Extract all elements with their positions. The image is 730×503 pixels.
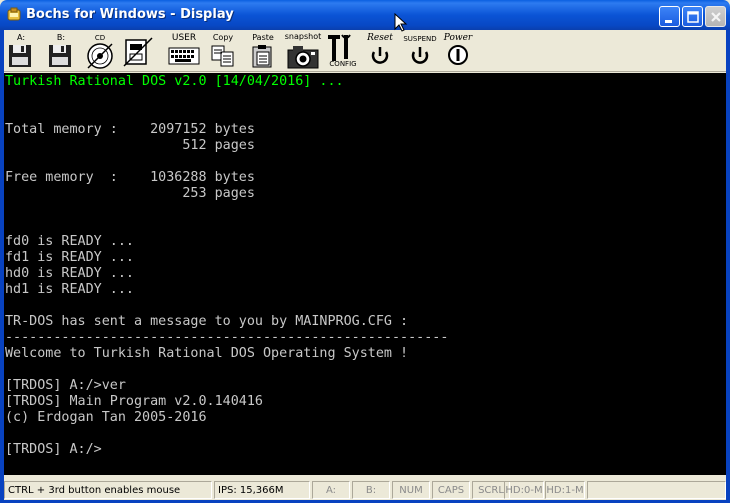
console-line: Total memory : 2097152 bytes — [5, 122, 255, 137]
camera-icon — [287, 46, 319, 69]
config-button[interactable]: CONFIG — [324, 32, 358, 70]
emulator-display[interactable]: Turkish Rational DOS v2.0 [14/04/2016] .… — [4, 73, 726, 475]
suspend-icon — [411, 47, 429, 64]
power-icon — [448, 45, 468, 65]
status-ips: IPS: 15,366M — [214, 481, 310, 499]
reset-button[interactable]: Reset — [364, 32, 396, 70]
console-header-line: Turkish Rational DOS v2.0 [14/04/2016] .… — [5, 74, 344, 89]
user-button[interactable]: USER — [166, 32, 202, 70]
copy-label: Copy — [212, 33, 234, 42]
tools-icon — [328, 34, 351, 61]
power-label: Power — [443, 33, 473, 43]
copy-icon — [211, 45, 234, 67]
console-line: fd1 is READY ... — [5, 250, 134, 265]
snapshot-label: snapshot — [284, 32, 322, 41]
floppy-icon — [9, 45, 31, 67]
status-floppy-a: A: — [312, 481, 350, 499]
disk-icon — [123, 37, 153, 67]
mouse-cursor-icon — [394, 13, 408, 32]
suspend-button[interactable]: SUSPEND — [402, 32, 438, 70]
console-line: Free memory : 1036288 bytes — [5, 170, 255, 185]
floppy-a-button[interactable]: A: — [6, 32, 36, 70]
console-line: 512 pages — [5, 138, 255, 153]
bochs-app-icon — [7, 7, 21, 21]
paste-label: Paste — [252, 33, 274, 42]
window-title: Bochs for Windows - Display — [26, 7, 234, 22]
suspend-label: SUSPEND — [403, 35, 437, 43]
console-line: [TRDOS] Main Program v2.0.140416 — [5, 394, 263, 409]
user-label: USER — [171, 33, 197, 43]
reset-icon — [371, 47, 389, 64]
console-line: hd1 is READY ... — [5, 282, 134, 297]
maximize-icon — [687, 11, 699, 23]
cdrom-icon — [87, 43, 113, 69]
floppy-b-label: B: — [56, 33, 66, 42]
config-label: CONFIG — [329, 60, 357, 68]
cdrom-button[interactable]: CD — [84, 32, 116, 70]
floppy-b-button[interactable]: B: — [46, 32, 76, 70]
reset-label: Reset — [367, 33, 393, 43]
console-line: (c) Erdogan Tan 2005-2016 — [5, 410, 207, 425]
toolbar: A: B: CD USER Copy Paste snapshot CONFIG… — [4, 30, 726, 72]
maximize-button[interactable] — [682, 6, 703, 27]
console-line: hd0 is READY ... — [5, 266, 134, 281]
window-frame-right — [726, 30, 730, 503]
status-spare — [587, 481, 726, 499]
cdrom-label: CD — [94, 34, 106, 42]
console-line: [TRDOS] A:/> — [5, 442, 102, 457]
console-line: [TRDOS] A:/>ver — [5, 378, 126, 393]
power-button[interactable]: Power — [442, 32, 474, 70]
minimize-button[interactable] — [659, 6, 680, 27]
floppy-icon — [49, 45, 71, 67]
console-line: ----------------------------------------… — [5, 330, 449, 345]
status-caps-lock: CAPS — [432, 481, 470, 499]
status-hd0: HD:0-M — [504, 481, 544, 499]
minimize-icon — [665, 20, 672, 23]
console-line: Welcome to Turkish Rational DOS Operatin… — [5, 346, 409, 361]
disk-button[interactable] — [122, 32, 156, 70]
console-line: TR-DOS has sent a message to you by MAIN… — [5, 314, 409, 329]
close-button[interactable] — [705, 6, 726, 27]
console-line: 253 pages — [5, 186, 255, 201]
console-line: fd0 is READY ... — [5, 234, 134, 249]
keyboard-icon — [168, 47, 200, 65]
status-floppy-b: B: — [352, 481, 390, 499]
close-icon — [711, 12, 721, 22]
paste-button[interactable]: Paste — [248, 32, 278, 70]
snapshot-button[interactable]: snapshot — [284, 32, 322, 70]
copy-button[interactable]: Copy — [208, 32, 238, 70]
status-bar: CTRL + 3rd button enables mouse IPS: 15,… — [4, 479, 726, 501]
title-bar[interactable]: Bochs for Windows - Display — [0, 0, 730, 30]
status-hint: CTRL + 3rd button enables mouse — [4, 481, 212, 499]
paste-icon — [252, 45, 272, 68]
floppy-a-label: A: — [16, 33, 26, 42]
status-num-lock: NUM — [392, 481, 430, 499]
status-hd1: HD:1-M — [545, 481, 585, 499]
